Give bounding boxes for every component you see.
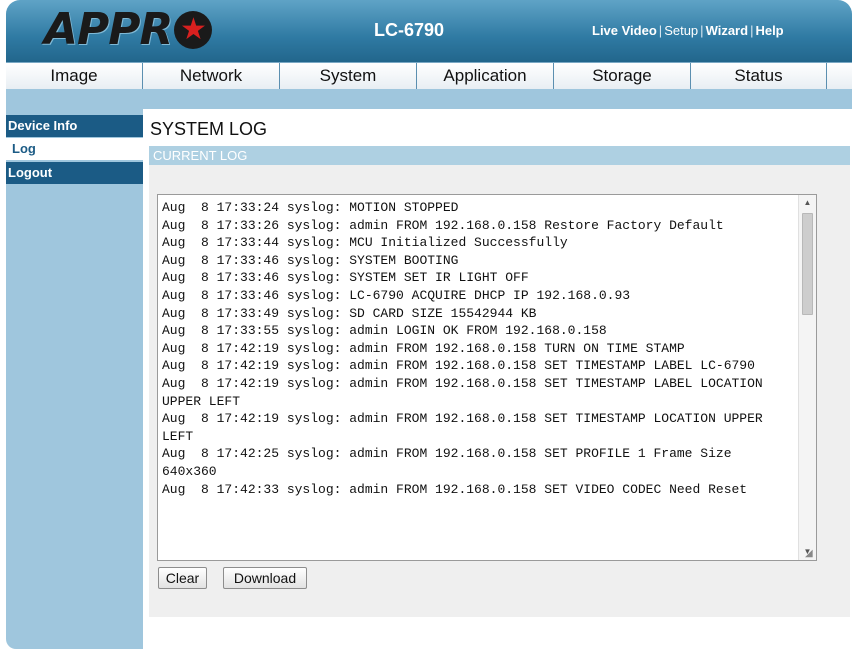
wizard-link[interactable]: Wizard [706,23,749,38]
top-links: Live Video | Setup | Wizard | Help [592,23,784,38]
sidebar: Device Info Log Logout [6,109,143,649]
clear-button[interactable]: Clear [158,567,207,589]
log-panel: Aug 8 17:33:24 syslog: MOTION STOPPED Au… [149,165,850,617]
model-name: LC-6790 [374,20,445,40]
sidebar-item-logout[interactable]: Logout [6,162,143,184]
main-content: SYSTEM LOG CURRENT LOG Aug 8 17:33:24 sy… [143,109,852,658]
tab-application[interactable]: Application [417,63,554,89]
main-nav: Image Network System Application Storage… [6,62,852,90]
page-title: SYSTEM LOG [150,119,268,139]
download-button[interactable]: Download [223,567,307,589]
header-bar: APPR ★ LC-6790 Live Video | Setup | Wizard | H… [6,0,852,62]
log-scrollbar[interactable]: ▲ ▼ [798,195,816,560]
tab-storage[interactable]: Storage [554,63,691,89]
tab-system[interactable]: System [280,63,417,89]
logo-text: APPR [44,4,173,55]
sidebar-item-log[interactable]: Log [6,138,143,160]
logo-star-icon: ★ [174,11,213,49]
brand-logo: APPR ★ [44,4,213,55]
setup-link[interactable]: Setup [664,23,698,38]
scrollbar-thumb[interactable] [802,213,813,315]
sidebar-item-device-info[interactable]: Device Info [6,115,143,137]
app-frame: APPR ★ LC-6790 Live Video | Setup | Wizard | H… [6,0,852,658]
tab-network[interactable]: Network [143,63,280,89]
link-separator: | [700,23,704,38]
tab-image[interactable]: Image [6,63,143,89]
tab-status[interactable]: Status [691,63,827,89]
log-textarea[interactable]: Aug 8 17:33:24 syslog: MOTION STOPPED Au… [157,194,817,561]
log-content: Aug 8 17:33:24 syslog: MOTION STOPPED Au… [162,200,763,497]
section-header: CURRENT LOG [149,146,850,165]
live-video-link[interactable]: Live Video [592,23,657,38]
help-link[interactable]: Help [755,23,783,38]
scroll-up-icon[interactable]: ▲ [799,195,816,211]
sub-header-bar [6,89,852,109]
resize-grip-icon[interactable]: ◢ [805,549,815,559]
